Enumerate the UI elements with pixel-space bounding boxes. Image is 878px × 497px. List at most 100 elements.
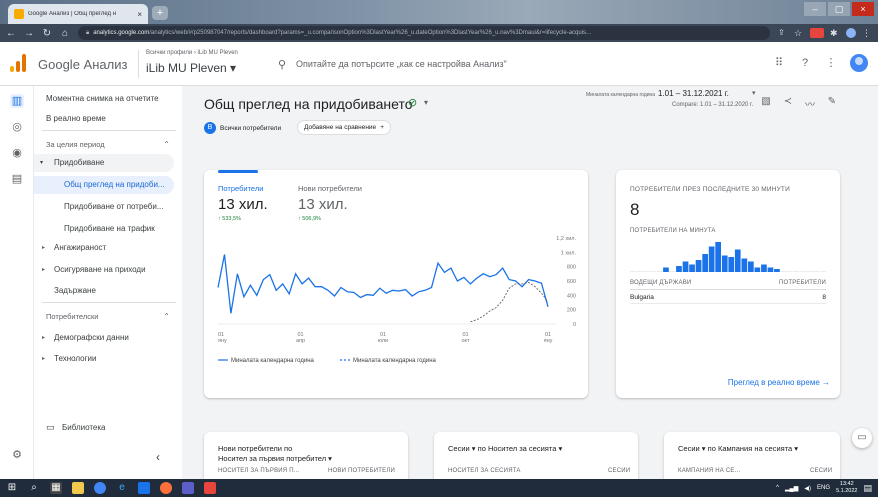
per-minute-bar[interactable]: [695, 260, 702, 272]
extension-red-icon[interactable]: [810, 28, 824, 38]
nav-demographics[interactable]: Демографски данни: [54, 333, 202, 342]
per-minute-bar[interactable]: [761, 264, 767, 273]
input-lang[interactable]: ENG: [817, 485, 830, 491]
date-range[interactable]: 1.01 – 31.12.2021 г.: [658, 89, 729, 98]
per-minute-bar[interactable]: [708, 246, 715, 273]
legend-label[interactable]: Миналата календарна година: [231, 358, 315, 364]
help-icon[interactable]: ?: [798, 56, 812, 70]
nav-realtime[interactable]: В реално време: [46, 114, 194, 123]
first-user-medium-dropdown[interactable]: Носител за първия потребител ▾: [218, 454, 332, 463]
file-explorer-icon[interactable]: [72, 482, 84, 494]
per-minute-bar[interactable]: [819, 271, 826, 272]
add-comparison-button[interactable]: Добавяне на сравнение +: [297, 120, 391, 135]
per-minute-bar[interactable]: [741, 258, 748, 273]
check-circle-icon[interactable]: ⊘: [408, 96, 417, 109]
date-preset-label[interactable]: Миналата календарна година: [586, 92, 655, 98]
search-input[interactable]: [296, 54, 596, 74]
search-taskbar-icon[interactable]: ⌕: [28, 482, 40, 494]
per-minute-bar[interactable]: [682, 261, 689, 273]
per-minute-bar[interactable]: [793, 271, 800, 272]
nav-reports-snapshot[interactable]: Моментна снимка на отчетите: [46, 94, 194, 103]
more-vert-icon[interactable]: ⋮: [824, 56, 838, 70]
per-minute-bar[interactable]: [754, 267, 761, 273]
edge-icon[interactable]: e: [116, 482, 128, 494]
calculator-icon[interactable]: ▦: [50, 482, 62, 494]
feedback-icon[interactable]: ▭: [852, 428, 872, 448]
per-minute-bar[interactable]: [702, 254, 708, 272]
nav-engagement[interactable]: Ангажираност: [54, 243, 202, 252]
profile-icon[interactable]: [846, 28, 856, 38]
collapse-lifecycle-icon[interactable]: ⌃: [163, 140, 170, 149]
sessions-medium-title[interactable]: Сесии ▾ по Носител за сесията ▾: [448, 444, 562, 453]
new-tab-button[interactable]: +: [152, 6, 168, 20]
taskbar-clock[interactable]: 13:42 5.1.2022: [836, 481, 857, 495]
expand-demographics-icon[interactable]: ▸: [42, 334, 45, 341]
per-minute-bar[interactable]: [806, 271, 813, 272]
users-line-chart[interactable]: 1,2 хил. 1 хил. 800 600 400 200 0 01 яну 01 апр 01 ю…: [204, 170, 588, 398]
per-minute-bar[interactable]: [676, 266, 682, 272]
sessions-campaign-title[interactable]: Сесии ▾ по Кампания на сесията ▾: [678, 444, 798, 453]
browser-menu-icon[interactable]: ⋮: [862, 28, 872, 38]
forward-icon[interactable]: →: [24, 28, 34, 39]
per-minute-bar[interactable]: [630, 271, 637, 272]
extension-puzzle-icon[interactable]: ✱: [830, 28, 840, 38]
per-minute-bar[interactable]: [728, 257, 735, 272]
per-minute-bar[interactable]: [780, 271, 787, 272]
per-minute-bar[interactable]: [748, 261, 754, 273]
legend-label[interactable]: Миналата календарна година: [353, 358, 437, 364]
advertising-icon[interactable]: ◉: [10, 146, 24, 160]
series-line-dashed[interactable]: [470, 281, 549, 323]
per-minute-bar[interactable]: [715, 242, 721, 272]
configure-icon[interactable]: ▤: [10, 172, 24, 186]
firefox-icon[interactable]: [160, 482, 172, 494]
notifications-icon[interactable]: ▤: [863, 483, 872, 494]
per-minute-bar[interactable]: [800, 271, 806, 272]
teams-icon[interactable]: [182, 482, 194, 494]
apps-grid-icon[interactable]: ⠿: [772, 56, 786, 70]
per-minute-bar[interactable]: [656, 271, 663, 272]
nav-section-lifecycle[interactable]: За целия период: [46, 140, 194, 149]
reports-icon[interactable]: ▥: [10, 94, 24, 108]
expand-engagement-icon[interactable]: ▸: [42, 244, 45, 251]
expand-monetization-icon[interactable]: ▸: [42, 266, 45, 273]
nav-monetization[interactable]: Осигуряване на приходи: [54, 265, 202, 274]
windows-start-icon[interactable]: ⊞: [6, 482, 18, 494]
volume-icon[interactable]: ◀): [804, 485, 811, 492]
tab-close-icon[interactable]: ×: [137, 10, 142, 19]
per-minute-bar-chart[interactable]: [616, 236, 840, 276]
nav-traffic-acquisition[interactable]: Придобиване на трафик: [64, 224, 182, 233]
media-app-icon[interactable]: [138, 482, 150, 494]
minimize-icon[interactable]: –: [804, 2, 826, 16]
nav-acquisition-group[interactable]: ▾ Придобиване: [34, 154, 174, 172]
nav-acquisition-overview[interactable]: Общ преглед на придоби...: [34, 176, 174, 194]
nav-tech[interactable]: Технологии: [54, 354, 202, 363]
account-breadcrumb[interactable]: Всички профили › iLib MU Pleven: [146, 50, 238, 56]
share-icon[interactable]: ⇪: [778, 28, 788, 38]
collapse-nav-icon[interactable]: ‹: [156, 450, 160, 464]
share-report-icon[interactable]: ≺: [782, 96, 794, 111]
per-minute-bar[interactable]: [669, 271, 676, 272]
per-minute-bar[interactable]: [734, 249, 741, 273]
nav-user-acquisition[interactable]: Придобиване от потреби...: [64, 202, 182, 211]
insights-icon[interactable]: 〰: [804, 96, 816, 111]
maximize-icon[interactable]: ▢: [828, 2, 850, 16]
browser-tab[interactable]: Google Анализ | Общ преглед н ×: [8, 4, 148, 24]
expand-tech-icon[interactable]: ▸: [42, 355, 45, 362]
per-minute-bar[interactable]: [663, 267, 669, 273]
nav-section-user[interactable]: Потребителски: [46, 312, 194, 321]
tray-chevron-icon[interactable]: ^: [776, 485, 779, 491]
per-minute-bar[interactable]: [643, 271, 650, 272]
comparison-chip-all-users[interactable]: В Всички потребители: [204, 121, 281, 135]
per-minute-bar[interactable]: [636, 271, 643, 272]
per-minute-bar[interactable]: [813, 271, 819, 272]
url-field[interactable]: 🔒︎ analytics.google.com /analytics/web/#…: [78, 26, 770, 40]
per-minute-bar[interactable]: [689, 264, 695, 273]
home-icon[interactable]: ⌂: [60, 28, 70, 39]
view-realtime-link[interactable]: Преглед в реално време →: [728, 378, 830, 387]
explore-icon[interactable]: ◎: [10, 120, 24, 134]
title-dropdown-icon[interactable]: ▾: [424, 98, 428, 107]
collapse-user-icon[interactable]: ⌃: [163, 312, 170, 321]
paint-icon[interactable]: [204, 482, 216, 494]
star-icon[interactable]: ☆: [794, 28, 804, 38]
nav-library[interactable]: ▭ Библиотека: [34, 418, 182, 438]
